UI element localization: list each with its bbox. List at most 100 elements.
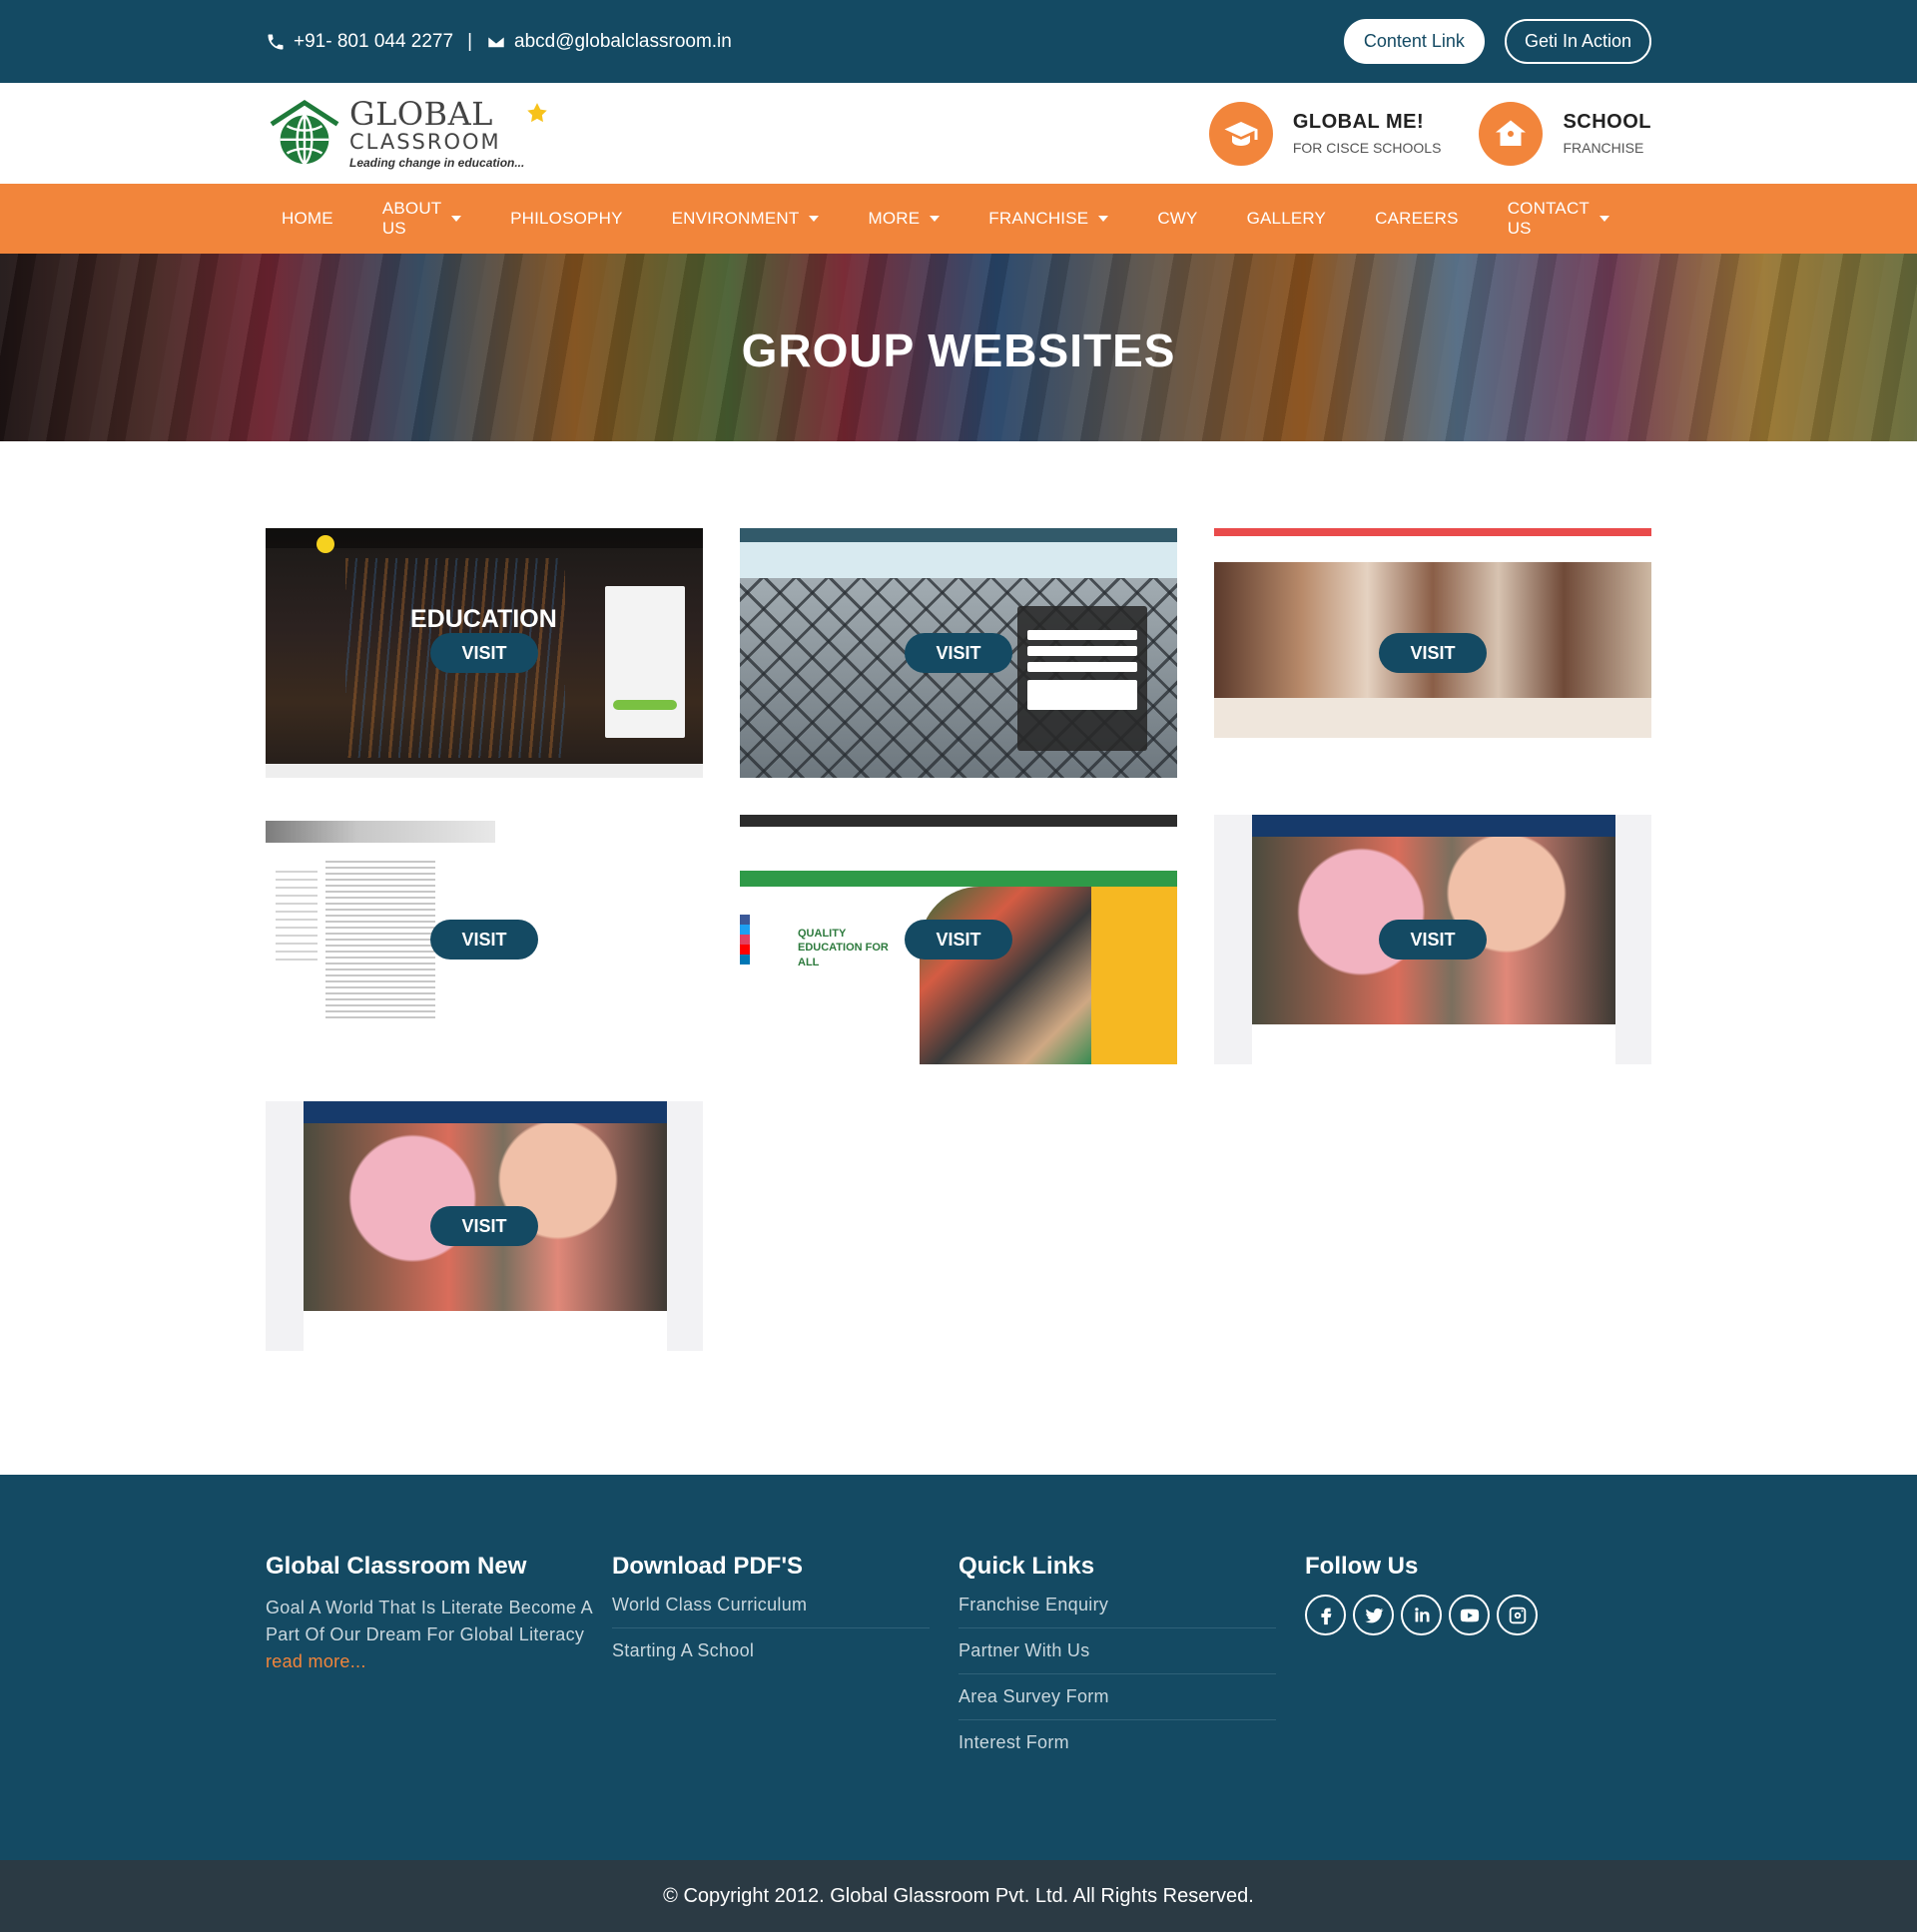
linkedin-icon[interactable]	[1401, 1595, 1442, 1635]
footer-follow-title: Follow Us	[1305, 1553, 1419, 1580]
nav-item-franchise[interactable]: FRANCHISE	[988, 209, 1109, 229]
card-social-strip	[740, 915, 750, 965]
visit-button[interactable]: VISIT	[430, 633, 538, 673]
card-header-bar	[1214, 528, 1651, 536]
card-footer-strip	[1252, 1024, 1615, 1064]
caret-down-icon	[1598, 216, 1609, 222]
site-header: GLOBAL CLASSROOM Leading change in educa…	[0, 83, 1917, 184]
card-thumbnail-form	[1017, 606, 1147, 751]
nav-label: ENVIRONMENT	[671, 209, 800, 228]
website-card-devi-sansthan[interactable]: QUALITY EDUCATION FOR ALL VISIT	[740, 815, 1177, 1064]
nav-label: GALLERY	[1246, 209, 1327, 228]
contact-info: +91- 801 044 2277 | abcd@globalclassroom…	[266, 31, 732, 53]
footer-link-franchise-enquiry[interactable]: Franchise Enquiry	[958, 1595, 1276, 1628]
visit-button[interactable]: VISIT	[905, 920, 1012, 960]
page-title: GROUP WEBSITES	[741, 324, 1176, 376]
main-nav: HOME ABOUT US PHILOSOPHY ENVIRONMENT MOR…	[0, 184, 1917, 254]
card-header-bar	[1252, 815, 1615, 837]
card-header-bar	[740, 528, 1177, 542]
footer-link-interest-form[interactable]: Interest Form	[958, 1732, 1276, 1765]
nav-label: FRANCHISE	[988, 209, 1089, 228]
footer-downloads-title: Download PDF'S	[612, 1553, 804, 1580]
nav-item-environment[interactable]: ENVIRONMENT	[672, 209, 820, 229]
nav-item-gallery[interactable]: GALLERY	[1247, 209, 1327, 229]
email-address[interactable]: abcd@globalclassroom.in	[514, 31, 732, 53]
caret-down-icon	[1098, 216, 1109, 222]
footer-about-column: Global Classroom New Goal A World That I…	[266, 1553, 612, 1777]
website-card-education[interactable]: EDUCATION VISIT	[266, 528, 703, 778]
footer-quick-links-title: Quick Links	[958, 1553, 1095, 1580]
card-thumbnail-form	[605, 586, 685, 738]
logo-tagline: Leading change in education...	[349, 156, 525, 170]
phone-number[interactable]: +91- 801 044 2277	[294, 31, 453, 53]
card-thumbnail	[325, 861, 435, 1020]
visit-button[interactable]: VISIT	[1379, 633, 1487, 673]
card-thumbnail	[1214, 562, 1651, 698]
youtube-icon[interactable]	[1449, 1595, 1490, 1635]
geti-in-action-button[interactable]: Geti In Action	[1504, 19, 1651, 64]
group-websites-section: EDUCATION VISIT VISIT VISIT VISIT QUALIT…	[0, 441, 1917, 1475]
nav-label: CONTACT US	[1507, 199, 1590, 238]
card-header-bar	[304, 1101, 667, 1123]
card-thumbnail-form	[1091, 887, 1177, 1064]
instagram-icon[interactable]	[1497, 1595, 1538, 1635]
graduation-cap-icon	[1208, 101, 1273, 166]
facebook-icon[interactable]	[1305, 1595, 1346, 1635]
read-more-link[interactable]: read more...	[266, 1651, 366, 1671]
nav-item-home[interactable]: HOME	[282, 209, 333, 229]
school-franchise-title: SCHOOL	[1563, 111, 1651, 133]
school-franchise-card[interactable]: SCHOOL FRANCHISE	[1479, 101, 1651, 166]
visit-button[interactable]: VISIT	[1379, 920, 1487, 960]
home-school-icon	[1479, 101, 1544, 166]
nav-label: CWY	[1157, 209, 1198, 228]
caret-down-icon	[809, 216, 820, 222]
caret-down-icon	[451, 216, 462, 222]
nav-item-contact-us[interactable]: CONTACT US	[1508, 199, 1609, 239]
visit-button[interactable]: VISIT	[430, 1206, 538, 1246]
website-card-city-international[interactable]: VISIT	[740, 528, 1177, 778]
card-sidebar	[276, 871, 318, 961]
footer-about-body: Goal A World That Is Literate Become A P…	[266, 1598, 592, 1644]
card-thumbnail-title: EDUCATION	[410, 605, 557, 633]
twitter-icon[interactable]	[1353, 1595, 1394, 1635]
site-logo[interactable]: GLOBAL CLASSROOM Leading change in educa…	[266, 98, 550, 169]
website-card-geti[interactable]: VISIT	[1214, 815, 1651, 1064]
globe-logo-icon	[270, 99, 339, 165]
top-bar: +91- 801 044 2277 | abcd@globalclassroom…	[0, 0, 1917, 83]
footer-about-title: Global Classroom New	[266, 1553, 527, 1580]
card-thumbnail-title: QUALITY EDUCATION FOR ALL	[798, 928, 889, 968]
sun-logo-icon	[317, 535, 334, 553]
footer-link-area-survey-form[interactable]: Area Survey Form	[958, 1686, 1276, 1720]
logo-sub-text: CLASSROOM	[349, 130, 501, 154]
footer-link-partner-with-us[interactable]: Partner With Us	[958, 1640, 1276, 1674]
logo-main-text: GLOBAL	[349, 95, 493, 133]
nav-label: PHILOSOPHY	[510, 209, 623, 228]
global-me-title: GLOBAL ME!	[1292, 111, 1425, 133]
nav-item-philosophy[interactable]: PHILOSOPHY	[510, 209, 623, 229]
visit-button[interactable]: VISIT	[430, 920, 538, 960]
global-me-card[interactable]: GLOBAL ME! FOR CISCE SCHOOLS	[1208, 101, 1441, 166]
envelope-icon	[487, 35, 505, 48]
footer-downloads-column: Download PDF'S World Class Curriculum St…	[612, 1553, 958, 1777]
nav-label: CAREERS	[1375, 209, 1459, 228]
nav-item-cwy[interactable]: CWY	[1157, 209, 1197, 229]
card-footer-strip	[1214, 738, 1651, 778]
nav-item-careers[interactable]: CAREERS	[1375, 209, 1459, 229]
website-card-council-global-education[interactable]: VISIT	[266, 815, 703, 1064]
caret-down-icon	[930, 216, 941, 222]
card-thumbnail	[920, 887, 1094, 1064]
content-link-button[interactable]: Content Link	[1343, 19, 1485, 64]
card-footer-strip	[266, 764, 703, 778]
card-site-header	[1214, 536, 1651, 562]
website-card-nurture[interactable]: VISIT	[1214, 528, 1651, 778]
nav-item-more[interactable]: MORE	[868, 209, 941, 229]
school-franchise-subtitle: FRANCHISE	[1563, 140, 1644, 156]
visit-button[interactable]: VISIT	[905, 633, 1012, 673]
footer-link-world-class-curriculum[interactable]: World Class Curriculum	[612, 1595, 930, 1628]
phone-icon	[268, 34, 284, 49]
footer-link-starting-a-school[interactable]: Starting A School	[612, 1640, 930, 1673]
nav-item-about-us[interactable]: ABOUT US	[382, 199, 462, 239]
card-site-header	[266, 821, 495, 843]
website-card-geti-2[interactable]: VISIT	[266, 1101, 703, 1351]
card-site-nav	[740, 871, 1177, 887]
